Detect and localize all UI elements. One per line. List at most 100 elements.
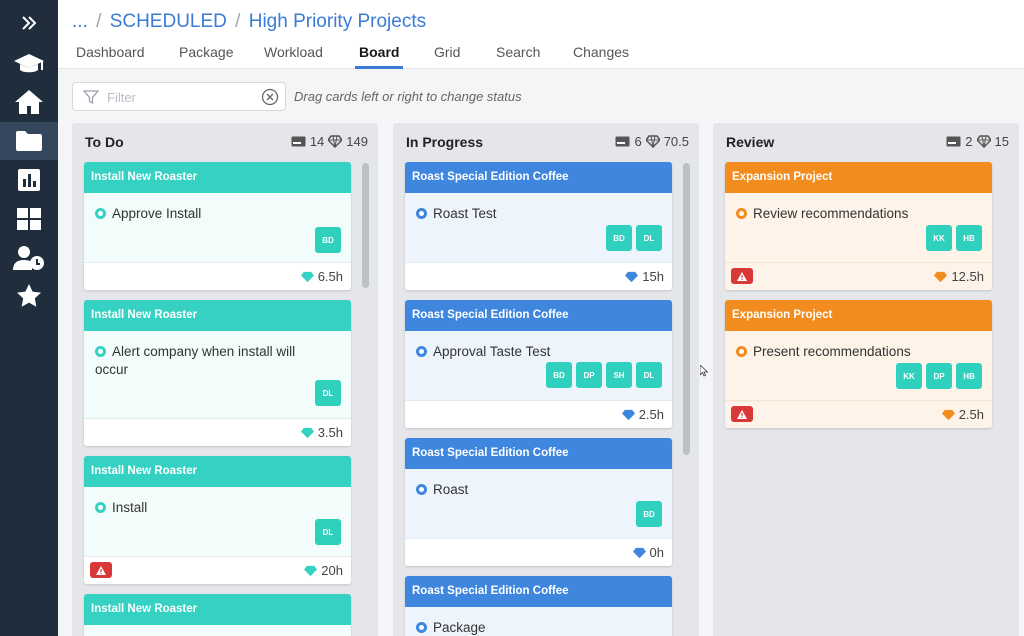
board-column-review: Review 2 15 Expansion Project Review rec… — [713, 123, 1019, 636]
filter-input[interactable] — [107, 87, 257, 107]
sidebar-item-projects[interactable] — [0, 122, 58, 160]
card-footer: 6.5h — [84, 262, 351, 290]
column-stats: 6 70.5 — [615, 134, 689, 149]
column-card-count: 14 — [309, 134, 325, 149]
column-card-count: 2 — [965, 134, 973, 149]
sidebar-item-favorites[interactable] — [0, 277, 58, 315]
task-hours: 20h — [304, 563, 343, 578]
task-hours-value: 20h — [321, 563, 343, 578]
tab-board[interactable]: Board — [354, 44, 404, 69]
assignee-avatar[interactable]: BD — [546, 362, 572, 388]
column-hours-total: 70.5 — [663, 134, 689, 149]
hours-gem-icon — [645, 135, 660, 148]
card-footer: 20h — [84, 556, 351, 584]
breadcrumb-ellipsis[interactable]: ... — [72, 11, 88, 32]
assignee-avatar[interactable]: DP — [926, 363, 952, 389]
breadcrumb-separator: / — [96, 11, 102, 32]
task-hours-value: 2.5h — [958, 407, 984, 422]
board-column-in-progress: In Progress 6 70.5 Roast Special Edition… — [393, 123, 699, 636]
assignee-avatar[interactable]: DL — [315, 380, 341, 406]
warning-badge[interactable] — [731, 268, 753, 284]
task-title: Review recommendations — [736, 205, 956, 223]
sidebar-item-reports[interactable] — [0, 161, 58, 199]
task-status-dot-icon — [95, 502, 106, 513]
task-hours-value: 2.5h — [638, 407, 664, 422]
sidebar-item-home[interactable] — [0, 83, 58, 121]
assignee-avatar[interactable]: BD — [636, 501, 662, 527]
bar-chart-icon — [18, 169, 40, 191]
task-name-text: Review recommendations — [753, 206, 909, 221]
grid-icon — [17, 208, 41, 230]
card-footer: 3.5h — [84, 418, 351, 446]
card-project-label: Install New Roaster — [84, 594, 351, 625]
warning-badge[interactable] — [731, 406, 753, 422]
assignee-avatar[interactable]: HB — [956, 363, 982, 389]
task-card[interactable]: Expansion Project Present recommendation… — [725, 300, 992, 428]
sidebar — [0, 0, 58, 636]
sidebar-item-resources[interactable] — [0, 239, 58, 277]
assignee-avatar[interactable]: KK — [926, 225, 952, 251]
assignee-avatar[interactable]: BD — [315, 227, 341, 253]
assignee-avatar[interactable]: DL — [315, 519, 341, 545]
column-title: Review — [726, 134, 775, 150]
page-header: ... / SCHEDULED / High Priority Projects… — [58, 0, 1024, 69]
task-status-dot-icon — [416, 484, 427, 495]
task-title: Roast — [416, 481, 636, 499]
task-card[interactable]: Roast Special Edition Coffee Approval Ta… — [405, 300, 672, 428]
card-count-icon — [946, 136, 961, 147]
task-card[interactable]: Roast Special Edition Coffee Package — [405, 576, 672, 636]
breadcrumb-current[interactable]: High Priority Projects — [249, 11, 426, 32]
tab-changes[interactable]: Changes — [573, 44, 629, 69]
task-card[interactable]: Roast Special Edition Coffee Roast Test … — [405, 162, 672, 290]
card-project-label: Roast Special Edition Coffee — [405, 300, 672, 331]
task-hours: 6.5h — [300, 269, 343, 284]
sidebar-item-dashboards[interactable] — [0, 200, 58, 238]
task-name-text: Install — [112, 500, 148, 515]
task-hours-value: 3.5h — [317, 425, 343, 440]
task-hours: 0h — [632, 545, 664, 560]
assignee-list: BD DP SH DL — [546, 362, 662, 388]
task-title: Approval Taste Test — [416, 343, 636, 361]
column-stats: 14 149 — [291, 134, 368, 149]
column-scrollbar[interactable] — [362, 163, 369, 288]
filter-box — [72, 82, 286, 111]
breadcrumb-parent[interactable]: SCHEDULED — [110, 11, 227, 32]
assignee-avatar[interactable]: BD — [606, 225, 632, 251]
card-footer: 2.5h — [725, 400, 992, 428]
clear-filter-icon[interactable] — [261, 88, 279, 106]
task-card[interactable]: Install New Roaster — [84, 594, 351, 636]
tab-search[interactable]: Search — [496, 44, 540, 69]
task-card[interactable]: Expansion Project Review recommendations… — [725, 162, 992, 290]
task-title: Install — [95, 499, 315, 517]
tab-package[interactable]: Package — [179, 44, 233, 69]
tab-workload[interactable]: Workload — [264, 44, 323, 69]
task-status-dot-icon — [416, 622, 427, 633]
sidebar-expand-button[interactable] — [0, 4, 58, 42]
column-scrollbar[interactable] — [683, 163, 690, 455]
card-project-label: Install New Roaster — [84, 300, 351, 331]
assignee-avatar[interactable]: DL — [636, 225, 662, 251]
warning-badge[interactable] — [90, 562, 112, 578]
task-status-dot-icon — [736, 346, 747, 357]
card-project-label: Install New Roaster — [84, 162, 351, 193]
assignee-avatar[interactable]: SH — [606, 362, 632, 388]
assignee-avatar[interactable]: KK — [896, 363, 922, 389]
card-project-label: Install New Roaster — [84, 456, 351, 487]
sidebar-item-learning[interactable] — [0, 45, 58, 83]
card-footer: 2.5h — [405, 400, 672, 428]
task-hours: 2.5h — [941, 407, 984, 422]
task-name-text: Alert company when install will occur — [95, 344, 296, 377]
card-count-icon — [615, 136, 630, 147]
task-card[interactable]: Install New Roaster Approve Install BD 6… — [84, 162, 351, 290]
assignee-avatar[interactable]: DP — [576, 362, 602, 388]
assignee-avatar[interactable]: DL — [636, 362, 662, 388]
task-card[interactable]: Install New Roaster Install DL 20h — [84, 456, 351, 584]
task-card[interactable]: Roast Special Edition Coffee Roast BD 0h — [405, 438, 672, 566]
card-count-icon — [291, 136, 306, 147]
task-card[interactable]: Install New Roaster Alert company when i… — [84, 300, 351, 446]
hours-gem-icon — [621, 409, 635, 420]
tab-dashboard[interactable]: Dashboard — [76, 44, 145, 69]
assignee-avatar[interactable]: HB — [956, 225, 982, 251]
graduation-cap-icon — [14, 54, 44, 73]
tab-grid[interactable]: Grid — [434, 44, 460, 69]
